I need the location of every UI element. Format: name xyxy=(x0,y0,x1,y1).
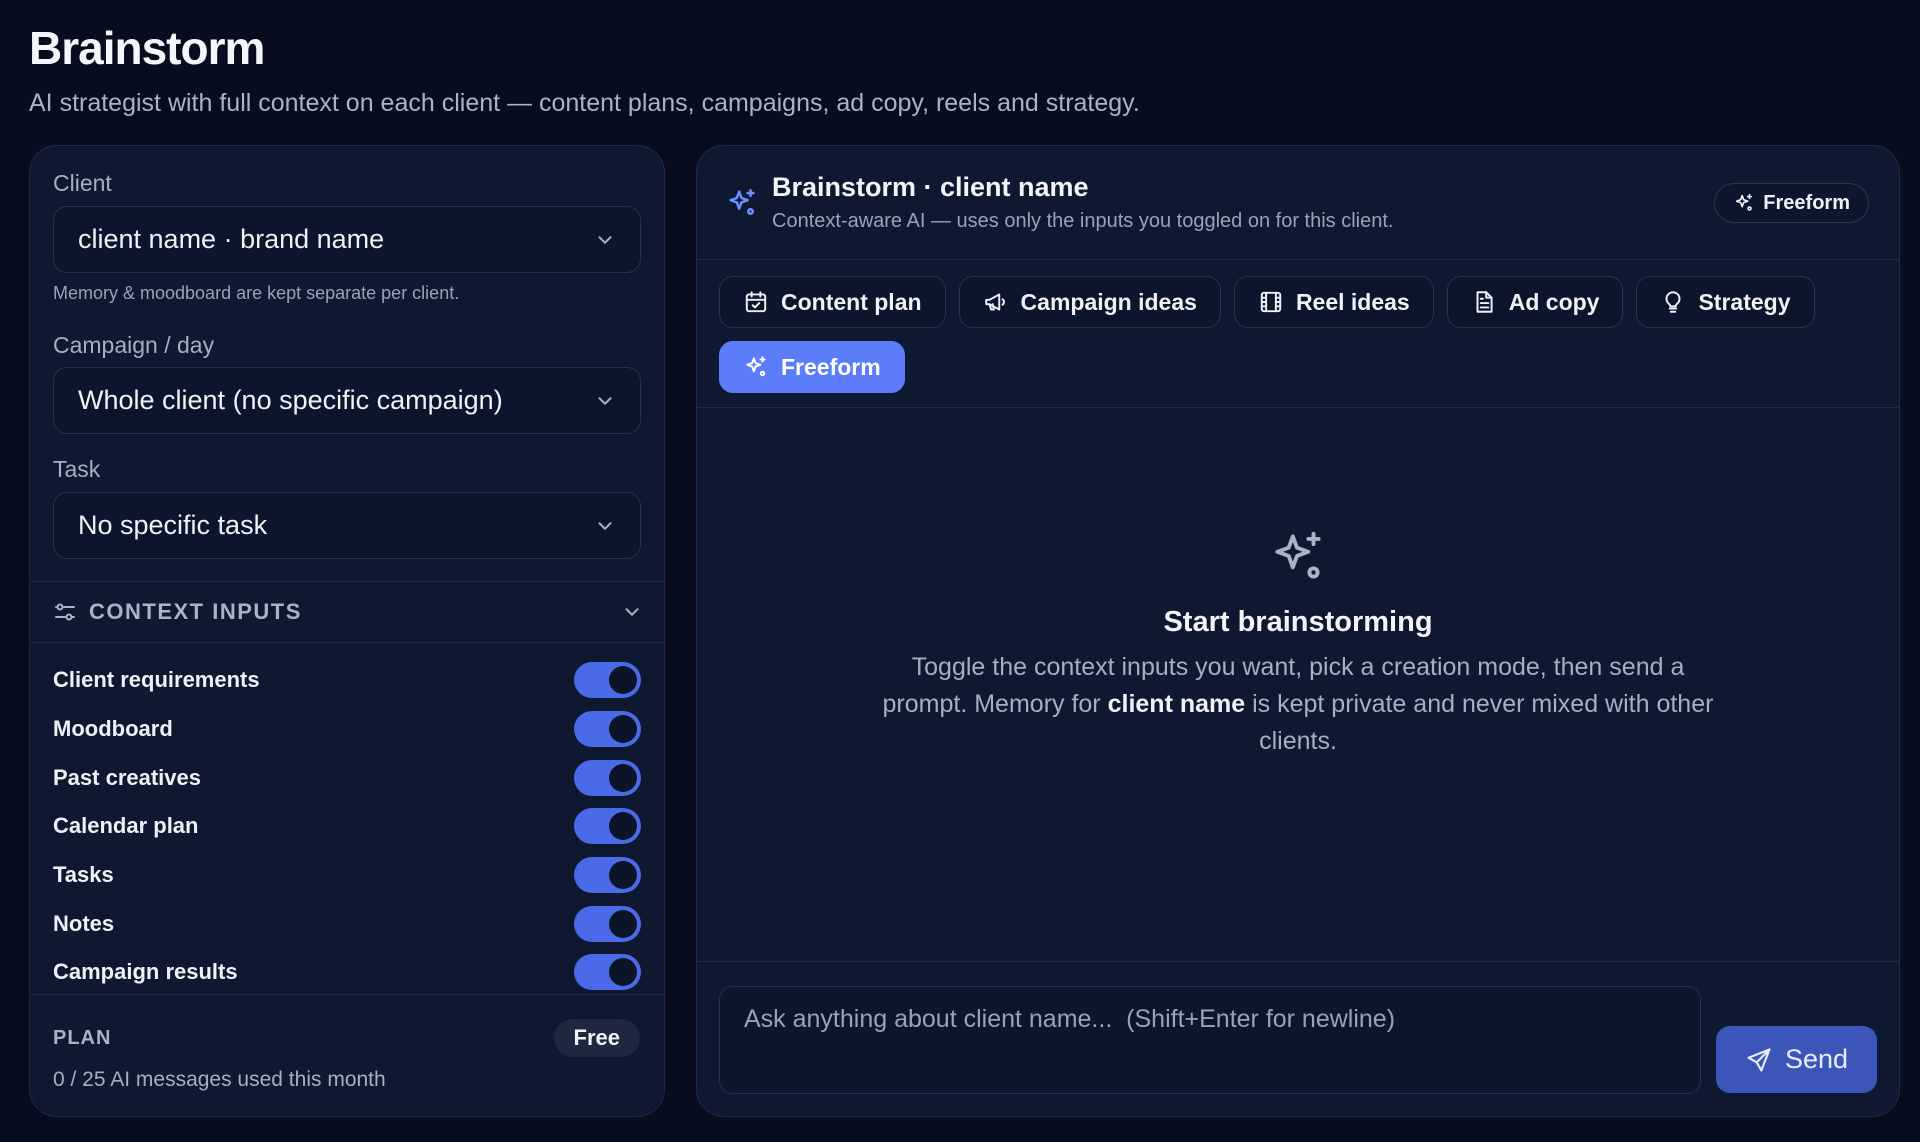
toggle-row-moodboard: Moodboard xyxy=(53,705,641,754)
campaign-select-value: Whole client (no specific campaign) xyxy=(78,385,503,415)
page-subtitle: AI strategist with full context on each … xyxy=(29,89,1140,117)
campaign-label: Campaign / day xyxy=(53,332,215,358)
mode-tabs: Content plan Campaign ideas Reel ideas A… xyxy=(719,276,1879,393)
campaign-select[interactable]: Whole client (no specific campaign) xyxy=(53,367,641,434)
task-select-value: No specific task xyxy=(78,510,268,540)
tab-content-plan[interactable]: Content plan xyxy=(719,276,946,328)
context-toggle-list: Client requirements Moodboard Past creat… xyxy=(53,656,641,997)
campaign-results-toggle[interactable] xyxy=(574,954,641,991)
sparkles-icon xyxy=(1736,193,1753,211)
tab-label: Strategy xyxy=(1698,288,1791,315)
toggle-row-calendar-plan: Calendar plan xyxy=(53,802,641,851)
document-icon xyxy=(1476,291,1493,313)
tab-ad-copy[interactable]: Ad copy xyxy=(1446,276,1624,328)
toggle-label: Calendar plan xyxy=(53,813,199,839)
empty-state-title: Start brainstorming xyxy=(1163,606,1433,638)
tab-reel-ideas[interactable]: Reel ideas xyxy=(1233,276,1434,328)
plan-section: PLAN Free 0 / 25 AI messages used this m… xyxy=(30,994,664,1116)
toggle-label: Moodboard xyxy=(53,716,173,742)
plan-label: PLAN xyxy=(53,1027,112,1049)
toggle-row-campaign-results: Campaign results xyxy=(53,948,641,997)
context-inputs-title: CONTEXT INPUTS xyxy=(89,599,302,624)
moodboard-toggle[interactable] xyxy=(574,711,641,748)
client-select[interactable]: client name · brand name xyxy=(53,206,641,273)
prompt-input[interactable] xyxy=(719,986,1701,1094)
lightbulb-icon xyxy=(1665,291,1681,313)
client-select-value: client name · brand name xyxy=(78,224,385,254)
chat-subtitle: Context-aware AI — uses only the inputs … xyxy=(772,210,1394,232)
page-header: Brainstorm AI strategist with full conte… xyxy=(29,22,1140,118)
mode-badge-label: Freeform xyxy=(1763,191,1850,214)
calendar-check-icon xyxy=(745,291,767,313)
chevron-down-icon xyxy=(598,235,612,244)
tasks-toggle[interactable] xyxy=(574,857,641,894)
sparkles-icon xyxy=(1275,531,1321,579)
mode-badge: Freeform xyxy=(1714,183,1869,223)
divider xyxy=(697,407,1899,408)
calendar-plan-toggle[interactable] xyxy=(574,808,641,845)
empty-state: Start brainstorming Toggle the context i… xyxy=(697,526,1899,760)
tab-label: Content plan xyxy=(781,288,922,315)
tab-freeform[interactable]: Freeform xyxy=(719,341,905,393)
page-title: Brainstorm xyxy=(29,22,265,74)
send-icon xyxy=(1747,1047,1771,1072)
toggle-label: Client requirements xyxy=(53,667,260,693)
megaphone-icon xyxy=(984,293,1005,311)
chevron-down-icon xyxy=(598,521,612,530)
plan-usage: 0 / 25 AI messages used this month xyxy=(53,1068,386,1091)
toggle-label: Notes xyxy=(53,910,115,936)
sliders-icon xyxy=(55,603,75,621)
client-requirements-toggle[interactable] xyxy=(574,662,641,699)
sparkles-icon xyxy=(729,188,755,216)
tab-campaign-ideas[interactable]: Campaign ideas xyxy=(958,276,1221,328)
toggle-row-tasks: Tasks xyxy=(53,851,641,900)
client-hint: Memory & moodboard are kept separate per… xyxy=(53,283,460,303)
notes-toggle[interactable] xyxy=(574,905,641,942)
tab-label: Freeform xyxy=(781,353,881,380)
settings-panel: Client client name · brand name Memory &… xyxy=(29,145,665,1117)
send-button-label: Send xyxy=(1784,1044,1849,1074)
toggle-label: Tasks xyxy=(53,862,114,888)
plan-badge: Free xyxy=(553,1019,640,1057)
tab-label: Campaign ideas xyxy=(1020,288,1197,315)
chat-title: Brainstorm · client name xyxy=(772,172,1089,202)
tab-label: Ad copy xyxy=(1508,288,1600,315)
chevron-down-icon xyxy=(625,608,639,616)
send-button[interactable]: Send xyxy=(1716,1026,1877,1093)
past-creatives-toggle[interactable] xyxy=(574,759,641,796)
chat-header: Brainstorm · client name Context-aware A… xyxy=(697,146,1899,260)
toggle-row-notes: Notes xyxy=(53,899,641,948)
tab-label: Reel ideas xyxy=(1295,288,1410,315)
toggle-row-client-requirements: Client requirements xyxy=(53,656,641,705)
task-label: Task xyxy=(53,456,101,482)
context-inputs-header[interactable]: CONTEXT INPUTS xyxy=(30,581,664,643)
film-icon xyxy=(1260,291,1282,313)
divider xyxy=(697,961,1899,962)
empty-state-body: Toggle the context inputs you want, pick… xyxy=(882,653,1714,755)
toggle-label: Past creatives xyxy=(53,764,201,790)
toggle-label: Campaign results xyxy=(53,959,238,985)
tab-strategy[interactable]: Strategy xyxy=(1636,276,1815,328)
chevron-down-icon xyxy=(598,396,612,405)
toggle-row-past-creatives: Past creatives xyxy=(53,753,641,802)
client-label: Client xyxy=(53,170,112,196)
sparkles-icon xyxy=(746,356,766,377)
task-select[interactable]: No specific task xyxy=(53,492,641,559)
chat-panel: Brainstorm · client name Context-aware A… xyxy=(696,145,1900,1117)
